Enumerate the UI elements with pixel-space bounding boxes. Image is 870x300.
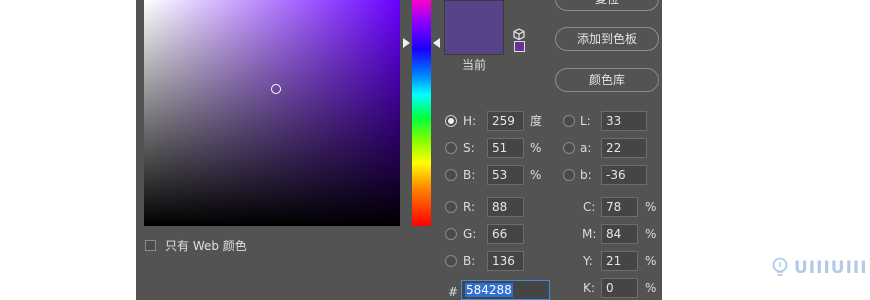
blue-label: B: [463, 254, 476, 268]
hue-field[interactable]: 259 [487, 111, 524, 131]
blue-field[interactable]: 136 [487, 251, 524, 271]
cube-icon[interactable] [513, 25, 525, 41]
magenta-field[interactable]: 84 [601, 224, 638, 244]
lab-a-label: a: [580, 141, 592, 155]
radio-green[interactable] [445, 228, 457, 240]
saturation-unit: % [530, 141, 542, 155]
saturation-label: S: [463, 141, 475, 155]
hue-slider-right-arrow[interactable] [433, 38, 440, 48]
red-label: R: [463, 200, 476, 214]
red-field[interactable]: 88 [487, 197, 524, 217]
hex-label: # [448, 285, 459, 299]
current-label: 当前 [462, 58, 487, 72]
radio-red[interactable] [445, 201, 457, 213]
web-only-checkbox[interactable] [145, 240, 156, 251]
green-label: G: [463, 227, 477, 241]
web-safe-swatch[interactable] [514, 41, 525, 52]
bulb-icon [772, 257, 788, 283]
cyan-label: C: [583, 200, 596, 214]
lab-b-field[interactable]: -36 [601, 165, 647, 185]
hex-value: 584288 [465, 283, 513, 297]
color-field-cursor[interactable] [271, 84, 281, 94]
yellow-field[interactable]: 21 [601, 251, 638, 271]
brightness-field[interactable]: 53 [487, 165, 524, 185]
lab-l-label: L: [580, 114, 591, 128]
yellow-label: Y: [583, 254, 593, 268]
hue-slider[interactable] [412, 0, 431, 226]
cyan-field[interactable]: 78 [601, 197, 638, 217]
magenta-unit: % [645, 227, 657, 241]
lab-a-field[interactable]: 22 [601, 138, 647, 158]
radio-blue[interactable] [445, 255, 457, 267]
yellow-unit: % [645, 254, 657, 268]
hex-field[interactable]: 584288 [461, 280, 550, 300]
radio-lab-b[interactable] [563, 169, 575, 181]
green-field[interactable]: 66 [487, 224, 524, 244]
hue-slider-left-arrow[interactable] [403, 38, 410, 48]
add-to-swatches-button[interactable]: 添加到色板 [555, 27, 659, 51]
hue-label: H: [463, 114, 477, 128]
radio-saturation[interactable] [445, 142, 457, 154]
color-picker-panel: 当前 复位 添加到色板 颜色库 只有 Web 颜色 H: 259 度 S: 51… [136, 0, 662, 300]
radio-brightness[interactable] [445, 169, 457, 181]
black-label: K: [583, 281, 595, 295]
current-color-swatch [444, 0, 504, 55]
radio-hue[interactable] [445, 115, 457, 127]
web-only-label: 只有 Web 颜色 [165, 239, 247, 253]
radio-lab-l[interactable] [563, 115, 575, 127]
black-unit: % [645, 281, 657, 295]
lab-l-field[interactable]: 33 [601, 111, 647, 131]
black-field[interactable]: 0 [601, 278, 638, 298]
lab-b-label: b: [580, 168, 592, 182]
brightness-unit: % [530, 168, 542, 182]
saturation-field[interactable]: 51 [487, 138, 524, 158]
watermark-text: UIIIUIII [794, 258, 868, 278]
color-library-button[interactable]: 颜色库 [555, 68, 659, 92]
reset-button[interactable]: 复位 [555, 0, 659, 11]
radio-lab-a[interactable] [563, 142, 575, 154]
magenta-label: M: [582, 227, 597, 241]
cyan-unit: % [645, 200, 657, 214]
color-field[interactable] [144, 0, 400, 226]
hue-unit: 度 [530, 114, 543, 128]
brightness-label: B: [463, 168, 476, 182]
